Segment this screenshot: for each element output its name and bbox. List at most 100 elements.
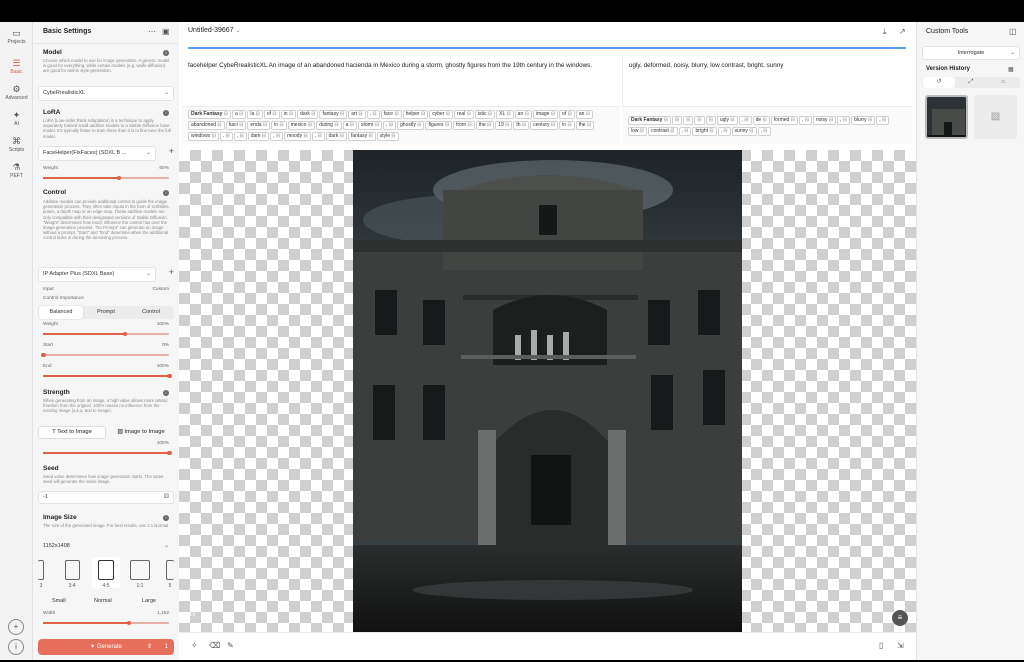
prompt-tag[interactable]: 19 ⊟	[495, 121, 513, 130]
generate-count[interactable]: 1	[165, 639, 168, 655]
tag-weight-icon[interactable]: ⊟	[675, 117, 679, 123]
info-icon[interactable]: i	[163, 110, 169, 116]
importance-prompt[interactable]: Prompt	[84, 306, 128, 319]
prompt-tag[interactable]: istic ⊟	[474, 110, 496, 119]
info-icon[interactable]: i	[163, 390, 169, 396]
prompt-tag[interactable]: , ⊟	[383, 121, 397, 130]
prompt-tag[interactable]: ghostly ⊟	[397, 121, 425, 130]
tag-weight-icon[interactable]: ⊟	[302, 133, 307, 139]
prompt-tag[interactable]: of ⊟	[263, 110, 280, 119]
tag-weight-icon[interactable]: ⊟	[274, 133, 280, 139]
grid-icon[interactable]: ▦	[1008, 66, 1014, 73]
rail-item-peft[interactable]: ⚗ PEFT	[0, 162, 33, 179]
tag-weight-icon[interactable]: ⊟	[761, 117, 767, 123]
tag-weight-icon[interactable]: ⊟	[338, 133, 344, 139]
control-select[interactable]: IP Adapter Plus (SDXL Base) ⌄	[38, 267, 156, 282]
slider-knob[interactable]	[167, 450, 172, 455]
tag-weight-icon[interactable]: ⊟	[316, 133, 321, 139]
zoom-badge[interactable]: 1x	[189, 612, 195, 618]
tag-weight-icon[interactable]: ⊟	[521, 122, 526, 128]
image-canvas[interactable]: 1x ≡	[179, 150, 916, 632]
tag-weight-icon[interactable]: ⊟	[333, 122, 338, 128]
tag-weight-icon[interactable]: ⊟	[722, 128, 727, 134]
tag-weight-icon[interactable]: ⊟	[842, 117, 847, 123]
prompt-tag[interactable]: from ⊟	[453, 121, 475, 130]
prompt-tag[interactable]: , ⊟	[798, 116, 812, 125]
tag-weight-icon[interactable]: ⊟	[443, 122, 449, 128]
tag-weight-icon[interactable]: ⊟	[393, 111, 398, 117]
tag-weight-icon[interactable]: ⊟	[686, 117, 690, 123]
tag-weight-icon[interactable]: ⊟	[743, 117, 748, 123]
tag-weight-icon[interactable]: ⊟	[371, 111, 376, 117]
prompt-tag[interactable]: of ⊟	[559, 110, 575, 119]
stepper-icon[interactable]: ⇕	[147, 639, 152, 655]
ratio-option[interactable]: 1:1	[129, 560, 151, 589]
tag-weight-icon[interactable]: ⊟	[550, 122, 555, 128]
tag-weight-icon[interactable]: ⊟	[416, 122, 421, 128]
tag-weight-icon[interactable]: ⊟	[357, 111, 362, 117]
prompt-tag[interactable]: ⊟	[683, 116, 694, 125]
info-icon[interactable]: i	[163, 515, 169, 521]
prompt-tag[interactable]: , ⊟	[366, 110, 380, 119]
prompt-tag[interactable]: , ⊟	[757, 127, 771, 136]
tag-weight-icon[interactable]: ⊟	[748, 128, 753, 134]
prompt-tag[interactable]: mexico ⊟	[287, 121, 316, 130]
tag-weight-icon[interactable]: ⊟	[465, 111, 471, 117]
start-slider[interactable]	[41, 352, 169, 357]
add-lora-icon[interactable]: +	[169, 146, 174, 156]
prompt-tag[interactable]: , ⊟	[233, 132, 247, 141]
prompt-tag[interactable]: an ⊟	[514, 110, 532, 119]
tag-weight-icon[interactable]: ⊟	[222, 111, 228, 117]
tag-weight-icon[interactable]: ⊟	[504, 122, 509, 128]
tag-weight-icon[interactable]: ⊟	[803, 117, 809, 123]
prompt-tag[interactable]: figures ⊟	[425, 121, 453, 130]
prompt-tag[interactable]: XL ⊟	[496, 110, 514, 119]
prompt-tag[interactable]: bright ⊟	[692, 127, 717, 136]
prompt-tag[interactable]: . ⊟	[219, 132, 233, 141]
tag-weight-icon[interactable]: ⊟	[420, 111, 425, 117]
download-icon[interactable]: ⤓	[883, 27, 887, 37]
tag-weight-icon[interactable]: ⊟	[505, 111, 510, 117]
control-input-value[interactable]: Custom	[152, 287, 169, 292]
prompt-tag[interactable]: moody ⊟	[284, 132, 311, 141]
control-weight-slider[interactable]	[43, 331, 169, 336]
size-small[interactable]: Small	[52, 598, 66, 604]
prompt-tag[interactable]: in ⊟	[559, 121, 575, 130]
image-size-select[interactable]: 1152x1408 ⌄	[38, 539, 174, 554]
tag-weight-icon[interactable]: ⊟	[584, 111, 590, 117]
prompt-tag[interactable]: in ⊟	[271, 121, 287, 130]
tag-weight-icon[interactable]: ⊟	[254, 111, 260, 117]
tag-weight-icon[interactable]: ⊟	[444, 111, 450, 117]
tag-weight-icon[interactable]: ⊟	[339, 111, 344, 117]
prompt-tag[interactable]: real ⊟	[453, 110, 474, 119]
tag-weight-icon[interactable]: ⊟	[566, 111, 572, 117]
prompt-tag[interactable]: , ⊟	[270, 132, 284, 141]
image-placeholder-icon[interactable]: ▨	[974, 95, 1017, 139]
prompt-tag[interactable]: , ⊟	[311, 132, 325, 141]
prompt-tag[interactable]: storm ⊟	[357, 121, 383, 130]
tag-weight-icon[interactable]: ⊟	[486, 122, 491, 128]
rail-item-projects[interactable]: ▭ Projects	[0, 28, 33, 45]
tag-weight-icon[interactable]: ⊟	[697, 117, 701, 123]
export-icon[interactable]: ⇲	[897, 641, 904, 650]
brush-icon[interactable]: ✎	[227, 641, 234, 650]
tag-weight-icon[interactable]: ⊟	[390, 133, 395, 139]
prompt-tag[interactable]: fantasy ⊟	[347, 132, 376, 141]
add-control-icon[interactable]: +	[169, 267, 174, 277]
model-select[interactable]: CybeRrealisticXL ⌄	[38, 86, 174, 101]
rail-item-scripts[interactable]: ⌘ Scripts	[0, 136, 33, 153]
prompt-tag[interactable]: image ⊟	[532, 110, 559, 119]
tag-weight-icon[interactable]: ⊟	[881, 117, 886, 123]
prompt-tag[interactable]: ⊟	[694, 116, 705, 125]
image-to-image-button[interactable]: ▨ Image to Image	[108, 426, 174, 439]
tag-weight-icon[interactable]: ⊟	[586, 122, 591, 128]
rail-item-ai[interactable]: ✦ AI	[0, 110, 33, 127]
width-slider[interactable]	[43, 620, 169, 625]
add-icon[interactable]: +	[8, 619, 24, 635]
prompt-tag[interactable]: a ⊟	[232, 110, 247, 119]
document-title[interactable]: Untitled-39667 ⌄	[188, 27, 241, 34]
text-to-image-button[interactable]: T Text to Image	[38, 426, 106, 439]
tag-weight-icon[interactable]: ⊟	[549, 111, 555, 117]
prompt-tag[interactable]: la ⊟	[247, 110, 263, 119]
rail-item-advanced[interactable]: ⚙ Advanced	[0, 84, 33, 101]
